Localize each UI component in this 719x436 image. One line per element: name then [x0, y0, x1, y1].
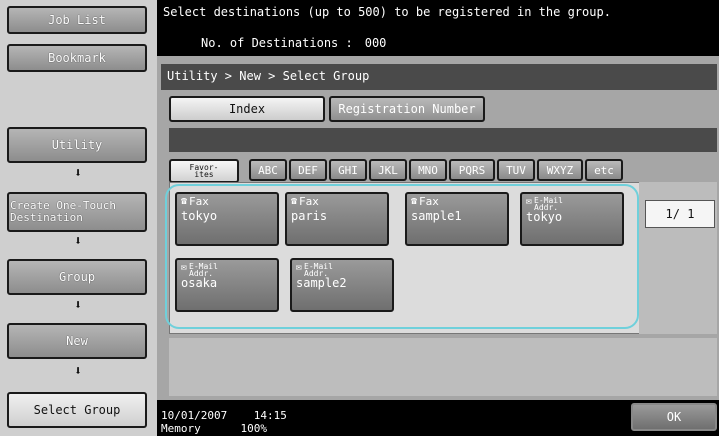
index-key-tuv[interactable]: TUV [497, 159, 535, 181]
down-arrow-icon: ⬇ [74, 234, 82, 249]
memory-value: 100% [240, 422, 268, 435]
bookmark-button[interactable]: Bookmark [7, 44, 147, 72]
count-label: No. of Destinations : [201, 36, 353, 50]
page-indicator: 1/ 1 [645, 200, 715, 228]
step-create-one-touch-button[interactable]: Create One-Touch Destination [7, 192, 147, 232]
down-arrow-icon: ⬇ [74, 298, 82, 313]
count-value: 000 [364, 36, 387, 50]
index-key-etc[interactable]: etc [585, 159, 623, 181]
tab-index[interactable]: Index [169, 96, 325, 122]
down-arrow-icon: ⬇ [74, 364, 82, 379]
step-select-group-button[interactable]: Select Group [7, 392, 147, 428]
breadcrumb: Utility > New > Select Group [161, 64, 717, 90]
index-key-pqrs[interactable]: PQRS [449, 159, 495, 181]
memory-label: Memory [161, 422, 201, 435]
date-value: 10/01/2007 [161, 409, 228, 422]
step-group-button[interactable]: Group [7, 259, 147, 295]
instruction-text: Select destinations (up to 500) to be re… [163, 5, 611, 19]
index-key-favorites[interactable]: Favor- ites [169, 159, 239, 183]
job-list-button[interactable]: Job List [7, 6, 147, 34]
datetime: 10/01/2007 14:15 [161, 410, 287, 421]
index-key-mno[interactable]: MNO [409, 159, 447, 181]
step-utility-button[interactable]: Utility [7, 127, 147, 163]
message-bar: Select destinations (up to 500) to be re… [157, 0, 719, 56]
index-key-ghi[interactable]: GHI [329, 159, 367, 181]
down-arrow-icon: ⬇ [74, 166, 82, 181]
time-value: 14:15 [253, 409, 287, 422]
index-key-def[interactable]: DEF [289, 159, 327, 181]
memory-status: Memory 100% [161, 423, 267, 434]
favorites-label-line2: ites [194, 170, 214, 179]
main-panel: Utility > New > Select Group Index Regis… [157, 56, 719, 400]
left-sidebar: Job List Bookmark Utility ⬇ Create One-T… [0, 0, 157, 436]
tab-registration-number[interactable]: Registration Number [329, 96, 485, 122]
ok-button[interactable]: OK [631, 403, 717, 431]
lower-panel [169, 338, 717, 396]
index-key-jkl[interactable]: JKL [369, 159, 407, 181]
destination-count: No. of Destinations : 000 [201, 36, 386, 50]
step-new-button[interactable]: New [7, 323, 147, 359]
index-key-wxyz[interactable]: WXYZ [537, 159, 583, 181]
index-key-abc[interactable]: ABC [249, 159, 287, 181]
copier-screen: Job List Bookmark Utility ⬇ Create One-T… [0, 0, 719, 436]
selection-highlight [165, 184, 639, 329]
status-bar: 10/01/2007 14:15 Memory 100% OK [157, 400, 719, 436]
search-display-bar [169, 128, 717, 152]
